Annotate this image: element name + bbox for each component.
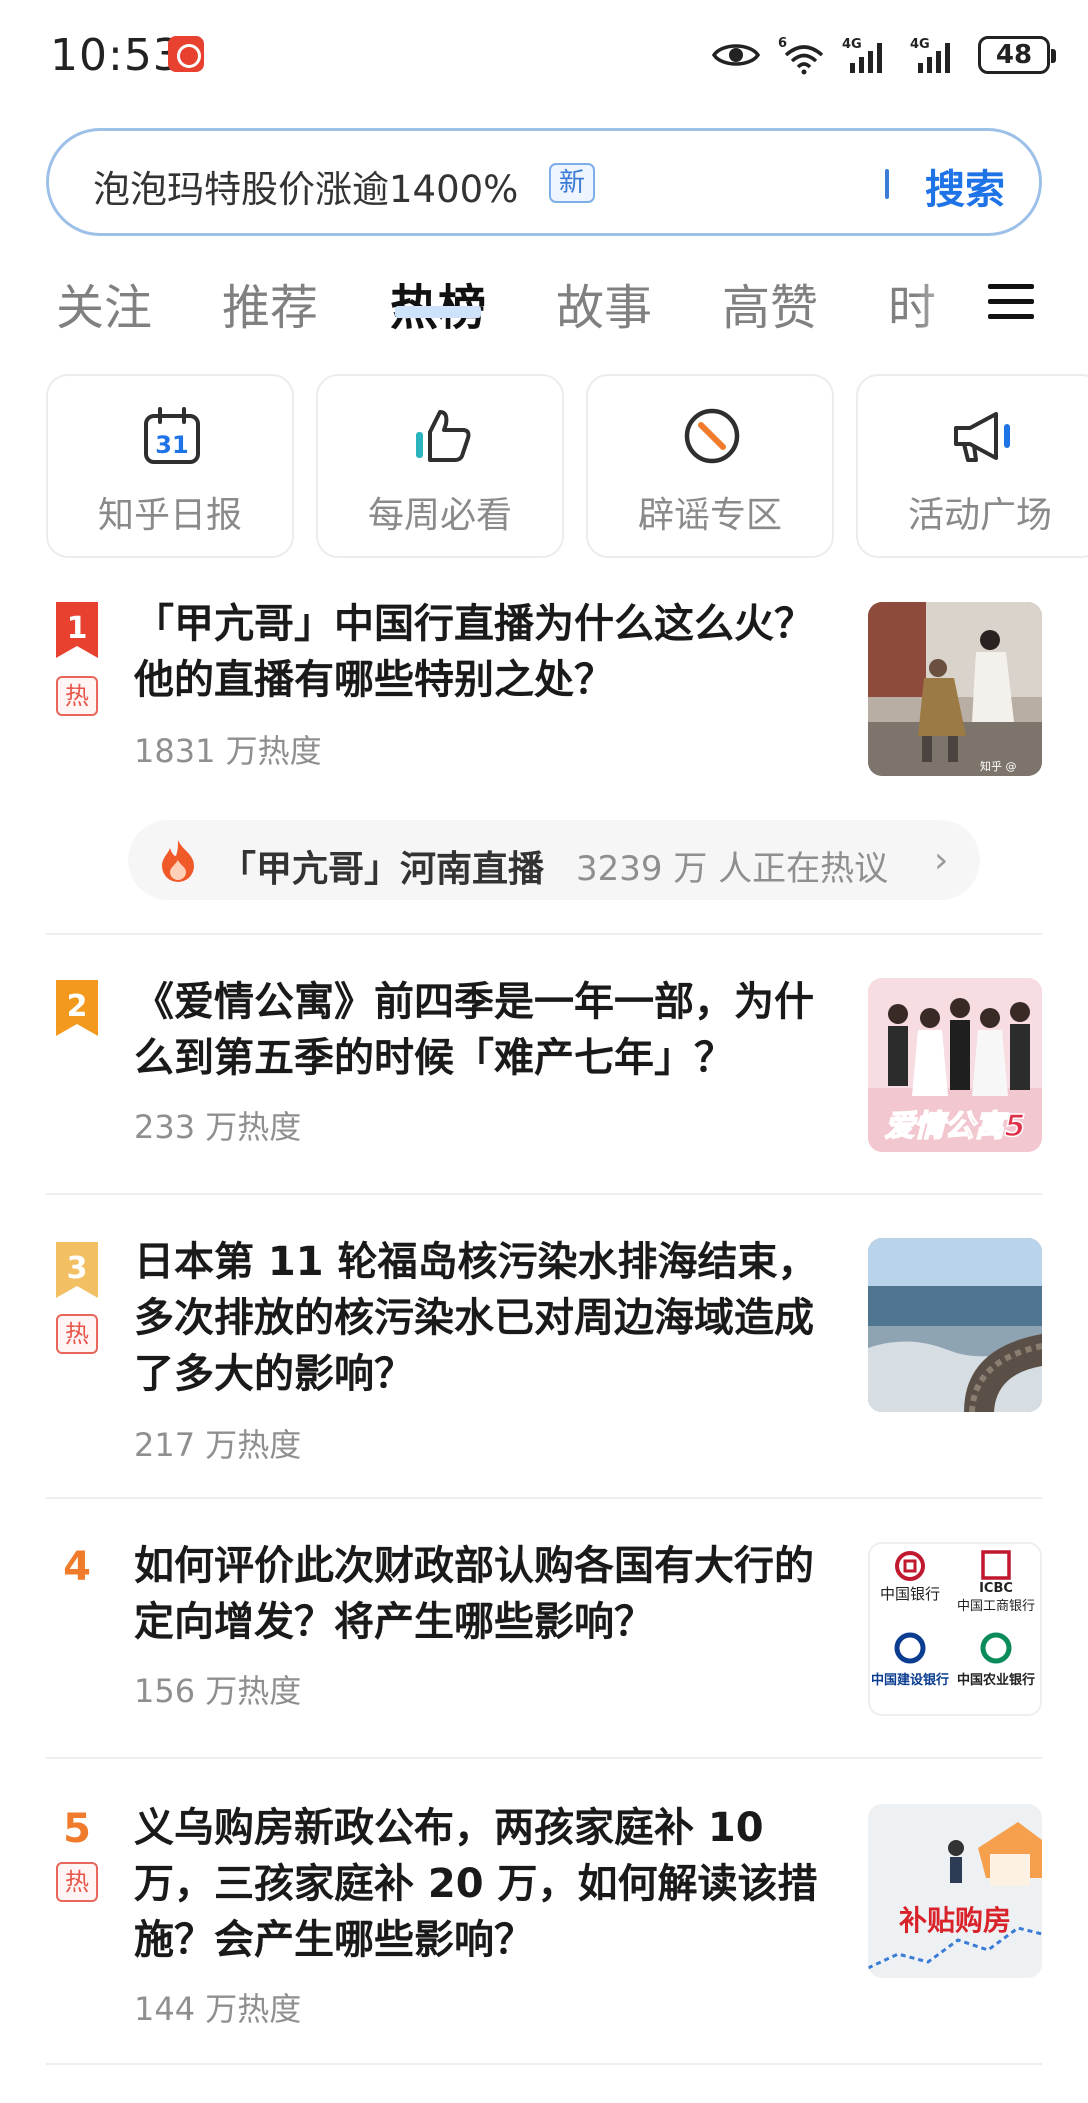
status-time: 10:53 bbox=[50, 30, 182, 81]
quick-link-label: 活动广场 bbox=[907, 495, 1052, 536]
divider bbox=[46, 2063, 1042, 2065]
item-heat: 1831 万热度 bbox=[134, 732, 322, 770]
chevron-right-icon: › bbox=[934, 840, 949, 881]
thumbnail-caption: 知乎 @ bbox=[980, 759, 1017, 773]
rank-number: 5 bbox=[63, 1806, 91, 1852]
thumbnail-image bbox=[868, 1238, 1042, 1412]
rank-badge-1: 1 bbox=[56, 602, 98, 658]
wifi-icon: 6 bbox=[778, 36, 824, 75]
quick-link-label: 每周必看 bbox=[367, 495, 512, 536]
tab-follow[interactable]: 关注 bbox=[56, 268, 152, 338]
status-bar: 10:53 6 4G 4G 48 bbox=[0, 0, 1088, 110]
quick-link-events[interactable]: 活动广场 bbox=[856, 374, 1088, 558]
bank-name: 中国工商银行 bbox=[957, 1599, 1035, 1614]
live-topic-count: 3239 万 人正在热议 bbox=[576, 849, 889, 889]
calendar-icon: 31 bbox=[144, 407, 200, 464]
thumbnail-caption: 补贴购房 bbox=[899, 1904, 1011, 1937]
rank-badge-3: 3 bbox=[56, 1242, 98, 1298]
no-entry-icon bbox=[684, 408, 740, 464]
thumbnail-image: 爱情公寓5 bbox=[868, 978, 1042, 1152]
wifi-label: 6 bbox=[778, 36, 787, 51]
cellular-label-1: 4G bbox=[842, 37, 862, 52]
item-title[interactable]: 日本第 11 轮福岛核污染水排海结束，多次排放的核污染水已对周边海域造成了多大的… bbox=[134, 1234, 824, 1402]
new-badge: 新 bbox=[549, 163, 595, 203]
item-thumbnail[interactable]: 中国银行 ICBC 中国工商银行 中国建设银行 中国农业银行 bbox=[868, 1542, 1042, 1716]
divider bbox=[46, 1193, 1042, 1195]
item-heat: 217 万热度 bbox=[134, 1426, 302, 1464]
item-title[interactable]: 义乌购房新政公布，两孩家庭补 10 万，三孩家庭补 20 万，如何解读该措施？会… bbox=[134, 1800, 824, 1968]
eye-icon bbox=[712, 44, 760, 66]
item-heat: 233 万热度 bbox=[134, 1108, 302, 1146]
search-button[interactable]: 搜索 bbox=[925, 157, 1005, 215]
status-icons: 6 4G 4G 48 bbox=[712, 30, 1056, 80]
quick-link-daily[interactable]: 31 知乎日报 bbox=[46, 374, 294, 558]
tab-fade bbox=[915, 262, 975, 342]
cellular-label-2: 4G bbox=[910, 37, 930, 52]
search-divider bbox=[885, 169, 889, 199]
item-thumbnail[interactable]: 爱情公寓5 bbox=[868, 978, 1042, 1152]
divider bbox=[46, 1757, 1042, 1759]
quick-link-label: 知乎日报 bbox=[97, 495, 242, 536]
hot-tag: 热 bbox=[56, 1314, 98, 1354]
rank-number: 4 bbox=[63, 1544, 91, 1590]
divider bbox=[46, 1497, 1042, 1499]
thumbnail-image: 补贴购房 bbox=[868, 1804, 1042, 1978]
item-thumbnail[interactable] bbox=[868, 1238, 1042, 1412]
active-tab-indicator bbox=[395, 306, 481, 318]
live-topic-title: 「甲亢哥」河南直播 bbox=[220, 849, 545, 890]
divider bbox=[46, 933, 1042, 935]
flame-icon bbox=[162, 840, 194, 882]
rank-badge-2: 2 bbox=[56, 980, 98, 1036]
hot-tag: 热 bbox=[56, 1862, 98, 1902]
rank-number: 1 bbox=[67, 611, 88, 646]
quick-link-weekly[interactable]: 每周必看 bbox=[316, 374, 564, 558]
rank-number: 2 bbox=[67, 989, 88, 1024]
item-title[interactable]: 「甲亢哥」中国行直播为什么这么火？他的直播有哪些特别之处？ bbox=[134, 596, 824, 708]
bank-name: ICBC bbox=[979, 1581, 1013, 1596]
tab-hot-list[interactable]: 热榜 bbox=[390, 268, 486, 338]
menu-icon[interactable] bbox=[988, 280, 1034, 324]
item-thumbnail[interactable]: 知乎 @ bbox=[868, 602, 1042, 776]
app-notification-icon bbox=[168, 36, 204, 72]
megaphone-icon bbox=[954, 412, 1010, 462]
item-thumbnail[interactable]: 补贴购房 bbox=[868, 1804, 1042, 1978]
rank-number: 3 bbox=[67, 1251, 88, 1286]
zhihu-hot-list-screen: 10:53 6 4G 4G 48 泡泡玛特股价涨逾1400% 新 搜索 关注 推… bbox=[0, 0, 1088, 2103]
calendar-day: 31 bbox=[155, 431, 188, 459]
thumbnail-image: 中国银行 ICBC 中国工商银行 中国建设银行 中国农业银行 bbox=[870, 1544, 1040, 1714]
search-query[interactable]: 泡泡玛特股价涨逾1400% bbox=[93, 159, 518, 213]
quick-link-label: 辟谣专区 bbox=[637, 495, 782, 536]
cellular-signal-icon: 4G bbox=[842, 37, 882, 73]
tab-top-voted[interactable]: 高赞 bbox=[722, 268, 818, 338]
live-topic-pill[interactable]: 「甲亢哥」河南直播 3239 万 人正在热议 › bbox=[128, 820, 980, 900]
item-title[interactable]: 如何评价此次财政部认购各国有大行的定向增发？将产生哪些影响？ bbox=[134, 1538, 824, 1650]
thumbnail-caption: 爱情公寓5 bbox=[885, 1109, 1026, 1144]
search-bar[interactable]: 泡泡玛特股价涨逾1400% 新 搜索 bbox=[46, 128, 1042, 236]
thumbs-up-icon bbox=[416, 410, 471, 462]
hot-tag: 热 bbox=[56, 676, 98, 716]
bank-name: 中国银行 bbox=[880, 1585, 940, 1603]
tab-recommend[interactable]: 推荐 bbox=[222, 268, 318, 338]
item-title[interactable]: 《爱情公寓》前四季是一年一部，为什么到第五季的时候「难产七年」？ bbox=[134, 974, 824, 1086]
cellular-signal-icon: 4G bbox=[910, 37, 950, 73]
item-heat: 156 万热度 bbox=[134, 1672, 302, 1710]
quick-link-rumor[interactable]: 辟谣专区 bbox=[586, 374, 834, 558]
bank-name: 中国建设银行 bbox=[871, 1672, 949, 1688]
thumbnail-image: 知乎 @ bbox=[868, 602, 1042, 776]
bank-name: 中国农业银行 bbox=[957, 1672, 1035, 1688]
tab-stories[interactable]: 故事 bbox=[556, 268, 652, 338]
battery-icon: 48 bbox=[978, 36, 1056, 74]
item-heat: 144 万热度 bbox=[134, 1990, 302, 2028]
